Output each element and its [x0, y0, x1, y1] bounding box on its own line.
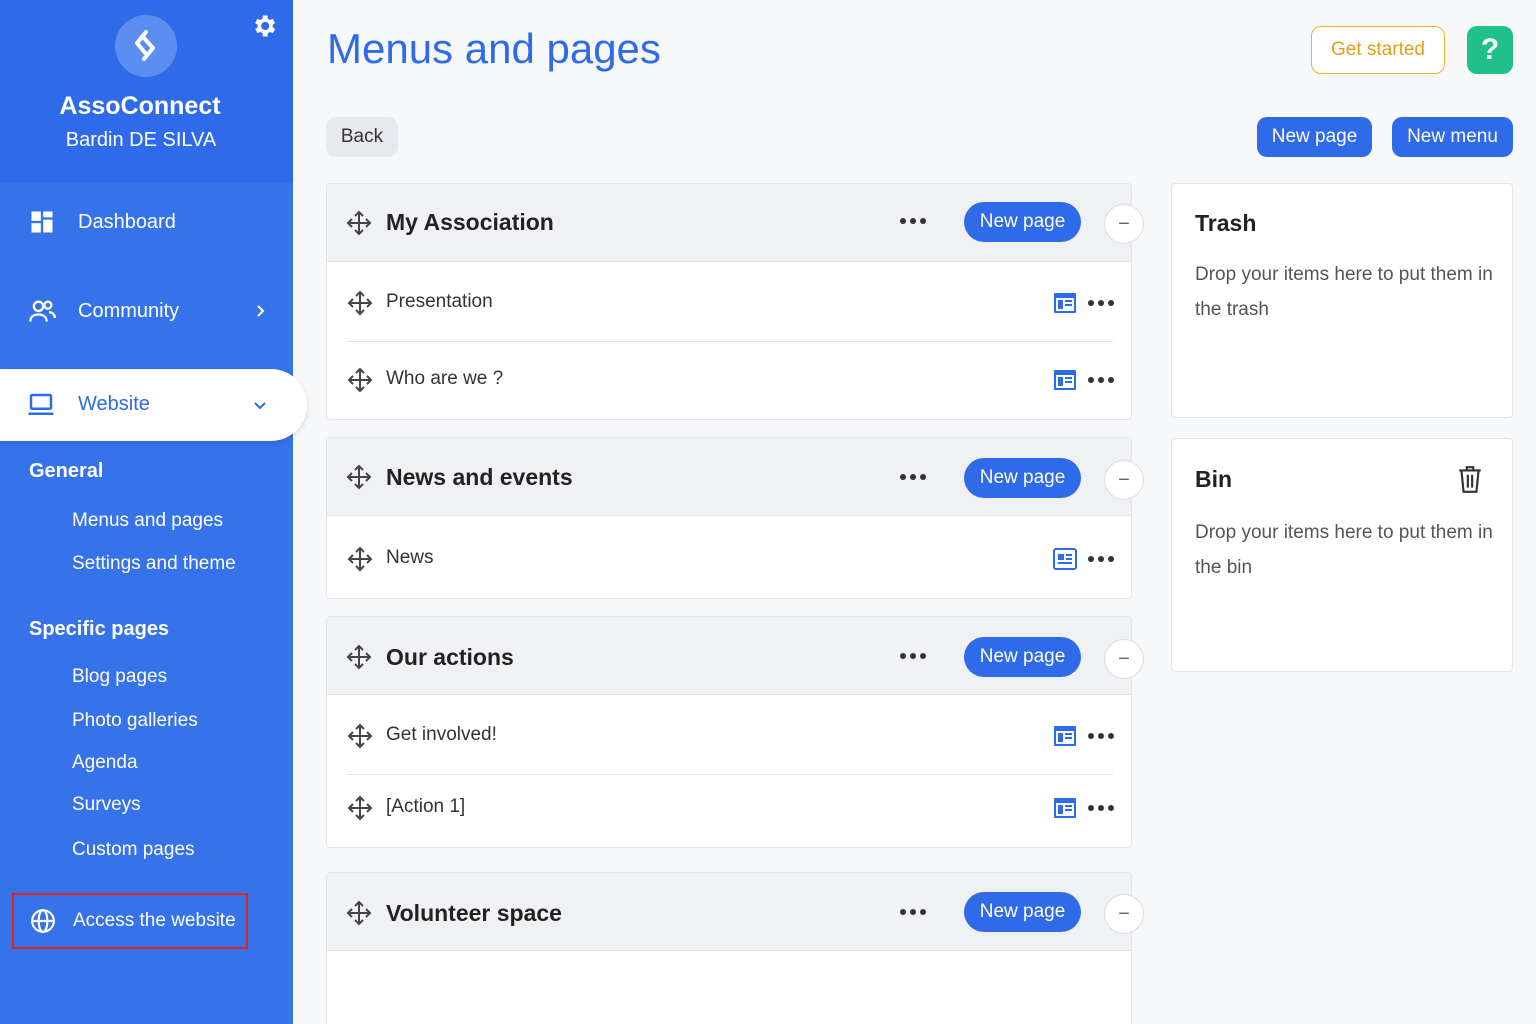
- move-icon[interactable]: [347, 546, 373, 572]
- move-icon[interactable]: [347, 367, 373, 393]
- trash-dropzone[interactable]: Trash Drop your items here to put them i…: [1171, 183, 1513, 418]
- sidebar-item-surveys[interactable]: Surveys: [72, 794, 141, 816]
- page-label: Get involved!: [386, 724, 497, 745]
- page-label: Presentation: [386, 291, 493, 312]
- user-name: Bardin DE SILVA: [65, 129, 217, 151]
- more-options-icon[interactable]: [899, 214, 927, 228]
- page-label: Who are we ?: [386, 368, 504, 389]
- dashboard-icon: [31, 211, 53, 233]
- chevron-down-icon: [254, 402, 266, 410]
- more-options-icon[interactable]: [1087, 373, 1115, 387]
- new-menu-button[interactable]: New menu: [1392, 117, 1513, 157]
- globe-icon: [31, 909, 55, 933]
- move-icon[interactable]: [347, 290, 373, 316]
- menu-title: Our actions: [386, 644, 514, 670]
- org-name: AssoConnect: [59, 92, 221, 120]
- more-options-icon[interactable]: [899, 649, 927, 663]
- list-item[interactable]: [Action 1]: [347, 775, 1115, 853]
- section-specific-pages: Specific pages: [29, 618, 170, 640]
- access-website-link[interactable]: Access the website: [12, 893, 248, 949]
- trash-title: Trash: [1195, 210, 1257, 236]
- laptop-icon: [28, 393, 54, 415]
- move-icon[interactable]: [346, 900, 372, 926]
- more-options-icon[interactable]: [899, 905, 927, 919]
- page-title: Menus and pages: [327, 25, 661, 72]
- menu-card-our-actions: Our actions New page − Get involved! [Ac…: [326, 616, 1144, 848]
- menu-header: Our actions New page −: [327, 617, 1144, 695]
- page-icon[interactable]: [1053, 292, 1077, 314]
- menu-title: Volunteer space: [386, 900, 562, 926]
- sidebar-item-agenda[interactable]: Agenda: [72, 752, 138, 774]
- page-label: [Action 1]: [386, 796, 466, 817]
- chevron-right-icon: [257, 305, 265, 317]
- menu-header: My Association New page −: [327, 184, 1144, 262]
- news-page-icon[interactable]: [1053, 548, 1077, 570]
- page-icon[interactable]: [1053, 369, 1077, 391]
- move-icon[interactable]: [347, 723, 373, 749]
- menu-title: My Association: [386, 209, 554, 235]
- menu-header: News and events New page −: [327, 438, 1144, 516]
- menu-new-page-button[interactable]: New page: [964, 202, 1081, 242]
- menu-card-news-and-events: News and events New page − News: [326, 437, 1144, 599]
- nav-website-label: Website: [78, 393, 150, 415]
- more-options-icon[interactable]: [1087, 729, 1115, 743]
- get-started-button[interactable]: Get started: [1311, 26, 1445, 74]
- list-item[interactable]: Get involved!: [347, 697, 1115, 775]
- gear-icon[interactable]: [250, 12, 278, 40]
- collapse-button[interactable]: −: [1104, 204, 1144, 244]
- more-options-icon[interactable]: [1087, 552, 1115, 566]
- nav-community-label: Community: [78, 299, 180, 322]
- logo[interactable]: [115, 15, 177, 77]
- page-icon[interactable]: [1053, 725, 1077, 747]
- trash-icon: [1459, 466, 1481, 493]
- more-options-icon[interactable]: [1087, 296, 1115, 310]
- move-icon[interactable]: [346, 644, 372, 670]
- collapse-button[interactable]: −: [1104, 894, 1144, 934]
- sidebar-item-menus-and-pages[interactable]: Menus and pages: [72, 510, 223, 532]
- nav-website[interactable]: Website: [0, 369, 307, 441]
- more-options-icon[interactable]: [899, 470, 927, 484]
- move-icon[interactable]: [346, 210, 372, 236]
- menu-header: Volunteer space New page −: [327, 873, 1144, 951]
- sidebar-header: AssoConnect Bardin DE SILVA: [0, 0, 293, 183]
- bin-title: Bin: [1195, 466, 1233, 492]
- sidebar-item-custom-pages[interactable]: Custom pages: [72, 839, 195, 861]
- bin-dropzone[interactable]: Bin Drop your items here to put them in …: [1171, 438, 1513, 672]
- menu-new-page-button[interactable]: New page: [964, 637, 1081, 677]
- back-button[interactable]: Back: [326, 117, 398, 157]
- nav-dashboard-label: Dashboard: [78, 210, 176, 233]
- sidebar-item-blog-pages[interactable]: Blog pages: [72, 666, 167, 688]
- collapse-button[interactable]: −: [1104, 460, 1144, 500]
- nav-community[interactable]: Community: [0, 281, 293, 341]
- sidebar-item-photo-galleries[interactable]: Photo galleries: [72, 710, 198, 732]
- menu-title: News and events: [386, 464, 573, 490]
- page-icon[interactable]: [1053, 797, 1077, 819]
- list-item[interactable]: Presentation: [347, 264, 1115, 342]
- more-options-icon[interactable]: [1087, 801, 1115, 815]
- menu-new-page-button[interactable]: New page: [964, 892, 1081, 932]
- sidebar-item-settings-and-theme[interactable]: Settings and theme: [72, 553, 236, 575]
- menu-card-volunteer-space: Volunteer space New page −: [326, 872, 1144, 1024]
- menu-card-my-association: My Association New page − Presentation W…: [326, 183, 1144, 420]
- trash-text: Drop your items here to put them in the …: [1195, 264, 1493, 320]
- list-item[interactable]: News: [347, 518, 1115, 596]
- new-page-button[interactable]: New page: [1257, 117, 1372, 157]
- assoconnect-logo-icon: [135, 30, 155, 61]
- menu-new-page-button[interactable]: New page: [964, 458, 1081, 498]
- users-icon: [29, 300, 56, 322]
- bin-text: Drop your items here to put them in the …: [1195, 522, 1493, 578]
- help-button[interactable]: ?: [1467, 26, 1513, 74]
- nav-dashboard[interactable]: Dashboard: [0, 192, 293, 252]
- move-icon[interactable]: [347, 795, 373, 821]
- collapse-button[interactable]: −: [1104, 639, 1144, 679]
- section-general: General: [29, 460, 104, 482]
- sidebar: AssoConnect Bardin DE SILVA Dashboard Co…: [0, 0, 307, 1024]
- move-icon[interactable]: [346, 464, 372, 490]
- list-item[interactable]: Who are we ?: [347, 342, 1115, 420]
- access-website-label: Access the website: [73, 910, 236, 931]
- page-label: News: [386, 547, 434, 568]
